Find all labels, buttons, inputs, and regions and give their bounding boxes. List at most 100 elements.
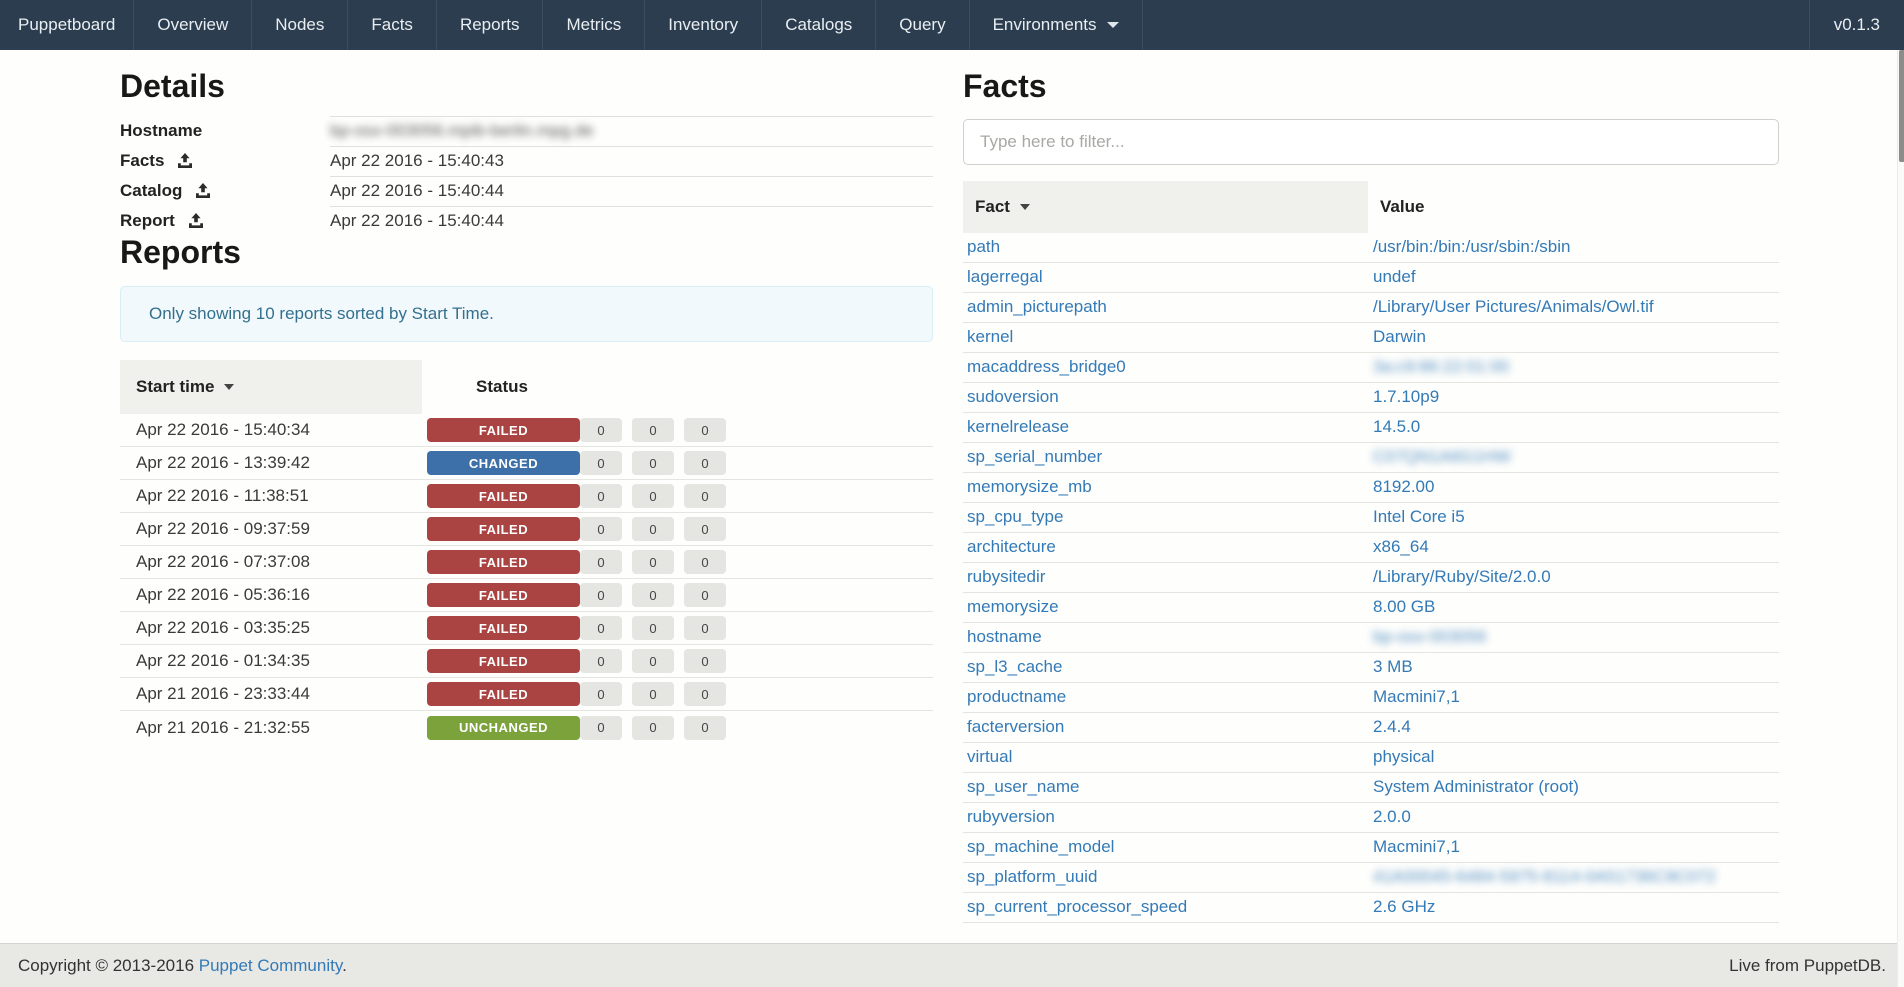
fact-name-link[interactable]: path <box>963 237 1368 257</box>
event-count-badge: 0 <box>632 517 674 541</box>
fact-name-link[interactable]: admin_picturepath <box>963 297 1368 317</box>
fact-value-link[interactable]: Macmini7,1 <box>1368 687 1779 707</box>
fact-name-link[interactable]: rubysitedir <box>963 567 1368 587</box>
scrollbar-thumb[interactable] <box>1899 50 1904 162</box>
event-count-badge: 0 <box>632 484 674 508</box>
upload-icon[interactable] <box>177 153 193 169</box>
fact-value-link[interactable]: Darwin <box>1368 327 1779 347</box>
report-row: Apr 22 2016 - 13:39:42CHANGED000 <box>120 447 933 480</box>
fact-value-link[interactable]: C07QN1A6G1HW <box>1368 447 1779 467</box>
fact-row: sudoversion1.7.10p9 <box>963 383 1779 413</box>
puppet-community-link[interactable]: Puppet Community <box>199 956 342 975</box>
fact-value-link[interactable]: /Library/Ruby/Site/2.0.0 <box>1368 567 1779 587</box>
event-count-badge: 0 <box>684 649 726 673</box>
event-count-badge: 0 <box>684 682 726 706</box>
fact-name-link[interactable]: macaddress_bridge0 <box>963 357 1368 377</box>
fact-name-link[interactable]: sp_user_name <box>963 777 1368 797</box>
facts-header-fact-label: Fact <box>975 197 1010 217</box>
nav-item-overview[interactable]: Overview <box>134 0 252 50</box>
fact-name-link[interactable]: virtual <box>963 747 1368 767</box>
fact-name-link[interactable]: lagerregal <box>963 267 1368 287</box>
event-count-badge: 0 <box>684 550 726 574</box>
nav-item-metrics[interactable]: Metrics <box>543 0 645 50</box>
report-start-time: Apr 22 2016 - 01:34:35 <box>120 651 422 671</box>
fact-name-link[interactable]: sp_l3_cache <box>963 657 1368 677</box>
fact-value-link[interactable]: 2.0.0 <box>1368 807 1779 827</box>
fact-name-link[interactable]: sp_cpu_type <box>963 507 1368 527</box>
fact-value-link[interactable]: 2.6 GHz <box>1368 897 1779 917</box>
fact-value-link[interactable]: bp-osx-003056 <box>1368 627 1779 647</box>
fact-name-link[interactable]: sudoversion <box>963 387 1368 407</box>
nav-item-facts[interactable]: Facts <box>348 0 437 50</box>
fact-name-link[interactable]: sp_machine_model <box>963 837 1368 857</box>
fact-value-link[interactable]: 2.4.4 <box>1368 717 1779 737</box>
fact-row: hostnamebp-osx-003056 <box>963 623 1779 653</box>
report-row: Apr 22 2016 - 07:37:08FAILED000 <box>120 546 933 579</box>
status-badge: FAILED <box>427 616 580 640</box>
nav-brand-puppetboard[interactable]: Puppetboard <box>0 0 134 50</box>
fact-name-link[interactable]: kernelrelease <box>963 417 1368 437</box>
fact-value-link[interactable]: 3 MB <box>1368 657 1779 677</box>
fact-name-link[interactable]: kernel <box>963 327 1368 347</box>
event-count-badge: 0 <box>632 451 674 475</box>
fact-value-link[interactable]: x86_64 <box>1368 537 1779 557</box>
fact-name-link[interactable]: hostname <box>963 627 1368 647</box>
fact-name-link[interactable]: rubyversion <box>963 807 1368 827</box>
fact-name-link[interactable]: sp_platform_uuid <box>963 867 1368 887</box>
fact-row: kernelDarwin <box>963 323 1779 353</box>
fact-name-link[interactable]: sp_current_processor_speed <box>963 897 1368 917</box>
navbar: Puppetboard OverviewNodesFactsReportsMet… <box>0 0 1904 50</box>
nav-dropdown-environments[interactable]: Environments <box>970 0 1143 50</box>
fact-value-link[interactable]: 3a:c9:86:22:01:00 <box>1368 357 1779 377</box>
details-row: ReportApr 22 2016 - 15:40:44 <box>120 206 933 236</box>
event-count-badge: 0 <box>632 716 674 740</box>
nav-brand-label: Puppetboard <box>18 15 115 35</box>
report-row: Apr 21 2016 - 23:33:44FAILED000 <box>120 678 933 711</box>
nav-item-catalogs[interactable]: Catalogs <box>762 0 876 50</box>
nav-item-nodes[interactable]: Nodes <box>252 0 348 50</box>
fact-name-link[interactable]: architecture <box>963 537 1368 557</box>
report-start-time: Apr 22 2016 - 15:40:34 <box>120 420 422 440</box>
fact-row: lagerregalundef <box>963 263 1779 293</box>
fact-value-link[interactable]: /Library/User Pictures/Animals/Owl.tif <box>1368 297 1779 317</box>
status-badge: FAILED <box>427 484 580 508</box>
version-label: v0.1.3 <box>1834 15 1880 35</box>
fact-name-link[interactable]: memorysize_mb <box>963 477 1368 497</box>
fact-value-link[interactable]: Macmini7,1 <box>1368 837 1779 857</box>
details-value-text: Apr 22 2016 - 15:40:44 <box>330 211 504 231</box>
nav-item-inventory[interactable]: Inventory <box>645 0 762 50</box>
fact-value-link[interactable]: physical <box>1368 747 1779 767</box>
fact-value-link[interactable]: Intel Core i5 <box>1368 507 1779 527</box>
details-row: Hostnamebp-osx-003056.mpib-berlin.mpg.de <box>120 116 933 146</box>
fact-value-link[interactable]: undef <box>1368 267 1779 287</box>
event-count-badge: 0 <box>580 649 622 673</box>
fact-row: facterversion2.4.4 <box>963 713 1779 743</box>
fact-value-link[interactable]: System Administrator (root) <box>1368 777 1779 797</box>
reports-header-status[interactable]: Status <box>422 360 933 414</box>
nav-item-reports[interactable]: Reports <box>437 0 544 50</box>
fact-value-link[interactable]: 8.00 GB <box>1368 597 1779 617</box>
fact-value-link[interactable]: /usr/bin:/bin:/usr/sbin:/sbin <box>1368 237 1779 257</box>
event-count-badge: 0 <box>580 616 622 640</box>
fact-name-link[interactable]: facterversion <box>963 717 1368 737</box>
fact-name-link[interactable]: productname <box>963 687 1368 707</box>
fact-value-link[interactable]: 41A00045-6484-5975-8114-0A51736C9C072 <box>1368 867 1779 887</box>
nav-item-query[interactable]: Query <box>876 0 969 50</box>
facts-header-value[interactable]: Value <box>1368 181 1779 233</box>
fact-name-link[interactable]: sp_serial_number <box>963 447 1368 467</box>
fact-name-link[interactable]: memorysize <box>963 597 1368 617</box>
fact-row: memorysize_mb8192.00 <box>963 473 1779 503</box>
reports-header-start-time[interactable]: Start time <box>120 360 422 414</box>
upload-icon[interactable] <box>195 183 211 199</box>
event-count-badge: 0 <box>632 616 674 640</box>
fact-value-link[interactable]: 1.7.10p9 <box>1368 387 1779 407</box>
fact-row: sp_serial_numberC07QN1A6G1HW <box>963 443 1779 473</box>
facts-filter-input[interactable] <box>963 119 1779 165</box>
fact-value-link[interactable]: 14.5.0 <box>1368 417 1779 437</box>
reports-title: Reports <box>120 236 933 270</box>
fact-value-link[interactable]: 8192.00 <box>1368 477 1779 497</box>
footer-status: Live from PuppetDB. <box>1729 956 1886 976</box>
upload-icon[interactable] <box>188 213 204 229</box>
facts-header-fact[interactable]: Fact <box>963 181 1368 233</box>
event-count-badge: 0 <box>580 583 622 607</box>
